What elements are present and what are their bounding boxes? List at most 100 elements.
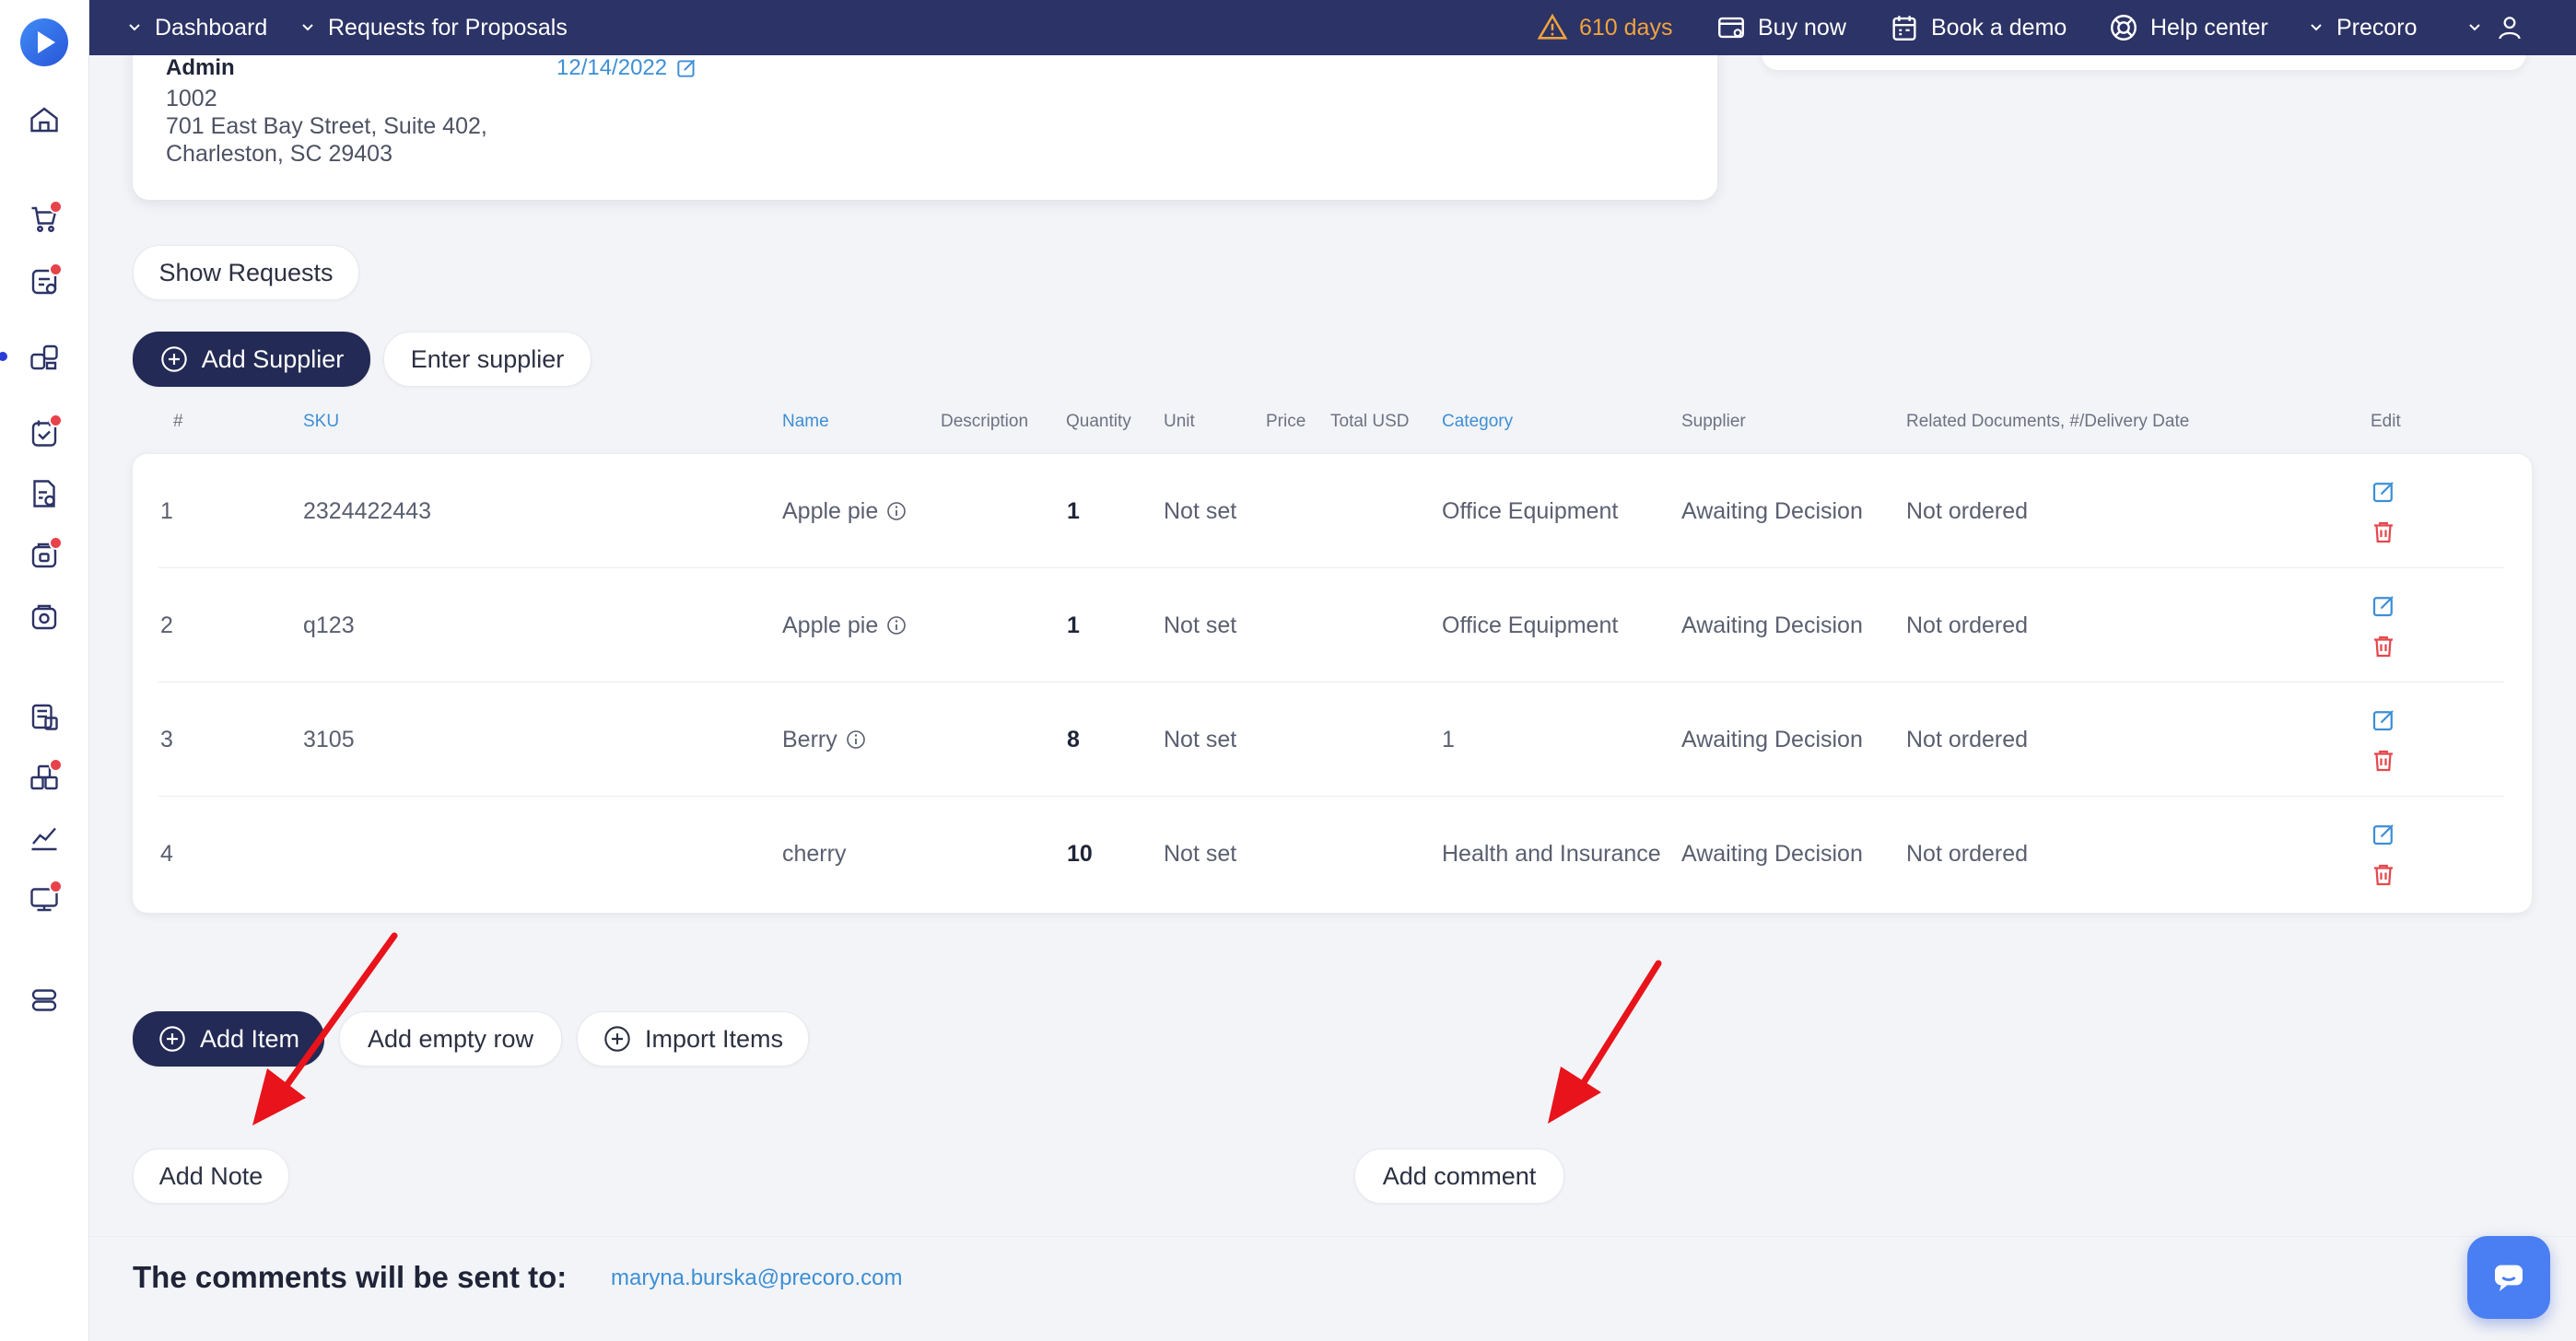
edit-icon[interactable] [2370, 478, 2397, 506]
notification-dot [49, 880, 63, 893]
row-related: Not ordered [1906, 497, 2029, 524]
inventory-icon[interactable] [28, 758, 63, 794]
row-number: 1 [160, 497, 173, 524]
row-supplier: Awaiting Decision [1681, 840, 1863, 867]
row-number: 3 [160, 726, 173, 752]
book-demo-link[interactable]: Book a demo [1889, 0, 2067, 55]
row-name-text: Apple pie [782, 612, 879, 638]
col-header-related-documents: Related Documents, #/Delivery Date [1906, 412, 2190, 431]
col-header-total: Total USD [1330, 412, 1410, 431]
chevron-down-icon [2469, 24, 2480, 31]
row-quantity: 8 [1067, 726, 1080, 752]
user-icon [2499, 17, 2521, 40]
chevron-down-icon [302, 24, 313, 31]
reports-icon[interactable] [28, 822, 61, 855]
notification-dot [49, 414, 63, 427]
help-center-link[interactable]: Help center [2108, 0, 2268, 55]
card-icon [1718, 17, 1744, 39]
info-icon[interactable] [845, 729, 867, 751]
company-switcher[interactable]: Precoro [2307, 0, 2418, 55]
row-related: Not ordered [1906, 612, 2029, 638]
payments-icon[interactable] [28, 601, 61, 634]
lifebuoy-icon [2111, 15, 2137, 41]
settings-icon[interactable] [28, 984, 61, 1017]
add-supplier-button[interactable]: Add Supplier [133, 332, 370, 387]
show-requests-button[interactable]: Show Requests [133, 245, 359, 300]
due-date[interactable]: 12/14/2022 [556, 55, 698, 81]
add-comment-button[interactable]: Add comment [1354, 1149, 1564, 1204]
invoices-icon[interactable] [28, 536, 63, 572]
section-divider [88, 1236, 2576, 1237]
comments-recipient-email[interactable]: maryna.burska@precoro.com [611, 1265, 902, 1291]
due-date-value: 12/14/2022 [556, 55, 668, 80]
row-category: Office Equipment [1442, 497, 1619, 524]
import-items-button[interactable]: Import Items [577, 1011, 809, 1067]
enter-supplier-button[interactable]: Enter supplier [383, 332, 591, 387]
trash-icon[interactable] [2370, 519, 2397, 546]
add-supplier-label: Add Supplier [201, 344, 345, 373]
add-note-button[interactable]: Add Note [133, 1149, 289, 1204]
chevron-down-icon [129, 24, 140, 31]
table-row[interactable]: 2 q123 Apple pie 1 Not set Office Equipm… [133, 568, 2532, 682]
row-name: cherry [782, 797, 846, 911]
row-quantity: 1 [1067, 497, 1080, 524]
col-header-sku[interactable]: SKU [303, 412, 339, 432]
top-navigation-bar: Dashboard Requests for Proposals 610 day… [88, 0, 2576, 55]
buy-now-link[interactable]: Buy now [1715, 0, 1846, 55]
show-requests-label: Show Requests [158, 258, 334, 286]
info-icon[interactable] [885, 500, 907, 522]
breadcrumb-rfp-label: Requests for Proposals [328, 14, 568, 41]
receipts-icon[interactable] [28, 477, 61, 510]
col-header-name[interactable]: Name [782, 412, 829, 432]
approvals-icon[interactable] [28, 262, 63, 298]
edit-icon[interactable] [2370, 592, 2397, 620]
row-number: 4 [160, 840, 173, 867]
chat-icon [2495, 1265, 2523, 1291]
row-name-text: cherry [782, 840, 847, 867]
plus-circle-icon [159, 1026, 185, 1052]
col-header-price: Price [1266, 412, 1306, 431]
row-category: 1 [1442, 726, 1455, 752]
edit-icon[interactable] [674, 56, 698, 80]
items-table: 1 2324422443 Apple pie 1 Not set Office … [133, 454, 2532, 913]
table-row[interactable]: 1 2324422443 Apple pie 1 Not set Office … [133, 454, 2532, 568]
rfp-icon[interactable] [28, 341, 61, 374]
book-demo-label: Book a demo [1931, 14, 2067, 41]
info-icon[interactable] [885, 614, 907, 636]
breadcrumb-dashboard[interactable]: Dashboard [125, 0, 267, 55]
col-header-number: # [173, 412, 183, 431]
col-header-edit: Edit [2371, 412, 2401, 431]
row-quantity: 1 [1067, 612, 1080, 638]
add-note-label: Add Note [158, 1161, 263, 1190]
purchase-requests-icon[interactable] [28, 200, 63, 236]
trash-icon[interactable] [2370, 747, 2397, 775]
active-section-indicator [0, 352, 7, 361]
precoro-logo[interactable] [20, 18, 68, 66]
trash-icon[interactable] [2370, 633, 2397, 660]
table-row[interactable]: 3 3105 Berry 8 Not set 1 Awaiting Decisi… [133, 682, 2532, 797]
row-supplier: Awaiting Decision [1681, 497, 1863, 524]
trial-days-text: 610 days [1579, 14, 1673, 41]
row-sku: q123 [303, 612, 355, 638]
edit-icon[interactable] [2370, 706, 2397, 734]
budgets-icon[interactable] [28, 700, 61, 733]
chat-support-button[interactable] [2467, 1236, 2550, 1319]
breadcrumb-rfp[interactable]: Requests for Proposals [299, 0, 568, 55]
row-number: 2 [160, 612, 173, 638]
col-header-quantity: Quantity [1066, 412, 1131, 431]
row-category: Office Equipment [1442, 612, 1619, 638]
suppliers-icon[interactable] [28, 880, 63, 915]
row-unit: Not set [1164, 497, 1237, 524]
trash-icon[interactable] [2370, 861, 2397, 889]
add-comment-label: Add comment [1382, 1161, 1537, 1190]
trial-days-badge[interactable]: 610 days [1537, 0, 1672, 55]
row-sku: 2324422443 [303, 497, 432, 524]
user-menu[interactable] [2465, 0, 2535, 55]
purchase-orders-icon[interactable] [28, 414, 63, 449]
home-icon[interactable] [28, 103, 61, 136]
annotation-arrow-icon [1548, 960, 1662, 1124]
edit-icon[interactable] [2370, 821, 2397, 848]
table-row[interactable]: 4 cherry 10 Not set Health and Insurance… [133, 797, 2532, 911]
col-header-category[interactable]: Category [1442, 412, 1513, 432]
row-category: Health and Insurance [1442, 840, 1661, 867]
